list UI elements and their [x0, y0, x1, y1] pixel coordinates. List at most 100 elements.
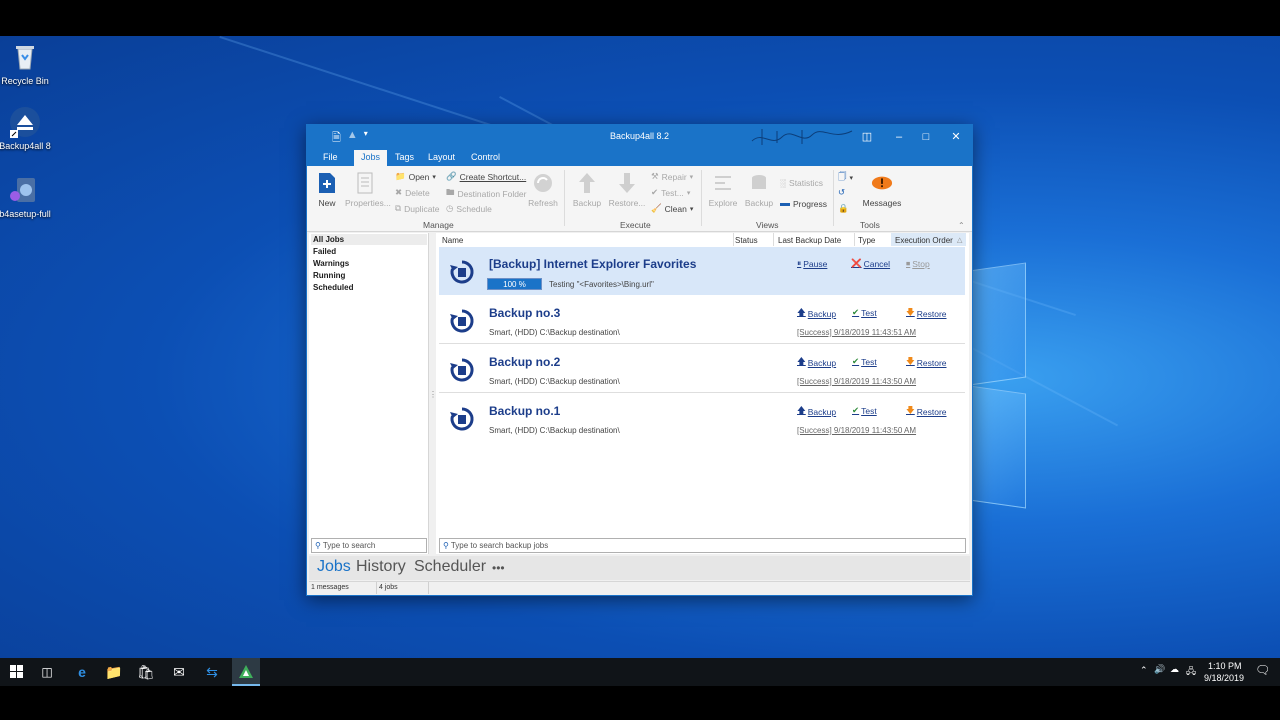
menu-bar: File Jobs Tags Layout Control	[307, 149, 972, 166]
cancel-label: Cancel	[863, 258, 891, 269]
close-button[interactable]: ✕	[942, 128, 970, 146]
nav-more-button[interactable]: •••	[492, 561, 505, 575]
backup-view-button[interactable]: Backup	[739, 172, 779, 208]
stop-button[interactable]: ⏹ Stop	[906, 258, 930, 269]
column-name[interactable]: Name	[442, 236, 463, 245]
filter-warnings[interactable]: Warnings	[313, 259, 349, 268]
nav-jobs[interactable]: Jobs	[317, 558, 351, 576]
task-view-icon[interactable]: ◫	[37, 662, 57, 682]
column-type[interactable]: Type	[858, 236, 875, 245]
properties-button[interactable]: Properties...	[345, 172, 391, 208]
desktop-icon-backup4all[interactable]: Backup4all 8	[0, 106, 55, 151]
job-row[interactable]: Backup no.3 Smart, (HDD) C:\Backup desti…	[439, 296, 965, 344]
network-icon[interactable]: 🖧	[1186, 664, 1196, 680]
start-button[interactable]	[7, 662, 27, 682]
onedrive-cloud-icon[interactable]: ☁	[1170, 664, 1179, 675]
progress-button[interactable]: Progress	[780, 199, 827, 209]
clock-date[interactable]: 9/18/2019	[1204, 673, 1244, 683]
job-row-running[interactable]: [Backup] Internet Explorer Favorites 100…	[439, 247, 965, 295]
lock-tool-button[interactable]: 🔒	[838, 203, 849, 214]
job-backup-link[interactable]: 🡅 Backup	[797, 356, 836, 370]
filter-failed[interactable]: Failed	[313, 247, 336, 256]
layout-toggle-icon[interactable]: ◫	[853, 128, 881, 146]
job-last-result-link[interactable]: [Success] 9/18/2019 11:43:50 AM	[797, 377, 916, 386]
job-test-link[interactable]: ✔ Test	[852, 307, 877, 318]
mail-icon[interactable]: ✉	[169, 662, 189, 682]
clock-time[interactable]: 1:10 PM	[1208, 661, 1242, 671]
statistics-button[interactable]: ░ Statistics	[780, 178, 823, 188]
destination-folder-button[interactable]: 🖿 Destination Folder	[446, 187, 527, 201]
messages-label: Messages	[862, 198, 902, 208]
nav-scheduler[interactable]: Scheduler	[414, 558, 486, 576]
job-restore-label: Restore	[916, 358, 947, 368]
messages-button[interactable]: Messages	[860, 172, 904, 208]
collapse-ribbon-icon[interactable]: ⌃	[958, 221, 965, 230]
cancel-button[interactable]: ❌ Cancel	[851, 258, 890, 269]
job-last-result-link[interactable]: [Success] 9/18/2019 11:43:51 AM	[797, 328, 916, 337]
status-messages[interactable]: 1 messages	[311, 584, 349, 591]
menu-tags[interactable]: Tags	[395, 152, 414, 162]
column-separator	[773, 233, 774, 246]
clean-button[interactable]: 🧹 Clean ▾	[651, 203, 693, 214]
file-explorer-icon[interactable]: 📁	[104, 662, 124, 682]
menu-file[interactable]: File	[323, 152, 338, 162]
repair-label: Repair	[661, 171, 687, 182]
action-center-icon[interactable]: 🗨	[1255, 663, 1270, 677]
desktop-icon-label: b4asetup-full	[0, 209, 51, 219]
job-last-result-link[interactable]: [Success] 9/18/2019 11:43:50 AM	[797, 426, 916, 435]
edge-browser-icon[interactable]: e	[72, 662, 92, 682]
job-test-link[interactable]: ✔ Test	[852, 356, 877, 367]
backup4all-taskbar-icon[interactable]	[236, 662, 256, 682]
create-shortcut-button[interactable]: 🔗 Create Shortcut...	[446, 171, 526, 182]
backup-run-button[interactable]: Backup	[567, 172, 607, 208]
delete-button[interactable]: ✖ Delete	[395, 187, 430, 198]
duplicate-button[interactable]: ⧉ Duplicate	[395, 203, 440, 214]
menu-control[interactable]: Control	[471, 152, 500, 162]
job-backup-link[interactable]: 🡅 Backup	[797, 405, 836, 419]
tools-settings-button[interactable]: 🗍 ▾	[838, 171, 853, 185]
job-row[interactable]: Backup no.2 Smart, (HDD) C:\Backup desti…	[439, 345, 965, 393]
backup-view-label: Backup	[744, 198, 774, 208]
desktop-icon-recycle-bin[interactable]: Recycle Bin	[0, 41, 55, 86]
new-button[interactable]: New	[307, 172, 347, 208]
restore-button[interactable]: Restore...	[607, 172, 647, 208]
filter-running[interactable]: Running	[313, 271, 345, 280]
job-backup-link[interactable]: 🡅 Backup	[797, 307, 836, 321]
chevron-up-icon[interactable]: ⌃	[1140, 665, 1148, 676]
open-button[interactable]: 📁 Open ▾	[395, 171, 436, 182]
job-restore-link[interactable]: 🡇 Restore	[906, 356, 947, 370]
shortcut-icon: 🔗	[446, 171, 457, 181]
column-execution-order[interactable]: Execution Order	[895, 236, 953, 245]
repair-button[interactable]: ⚒ Repair ▾	[651, 171, 693, 182]
taskbar: ◫ e 📁 🛍 ✉ ⇆ ⌃ 🔊 ☁ 🖧 1:10 PM 9/18/2019 🗨	[0, 658, 1280, 686]
test-button[interactable]: ✔ Test... ▾	[651, 187, 690, 198]
settings-list-icon: 🗍	[838, 171, 847, 181]
store-icon[interactable]: 🛍	[136, 662, 156, 682]
menu-layout[interactable]: Layout	[428, 152, 455, 162]
nav-history[interactable]: History	[356, 558, 406, 576]
column-status[interactable]: Status	[735, 236, 758, 245]
menu-jobs[interactable]: Jobs	[354, 150, 388, 166]
schedule-button[interactable]: ◷ Schedule	[446, 203, 492, 214]
teamviewer-icon[interactable]: ⇆	[202, 662, 222, 682]
job-restore-link[interactable]: 🡇 Restore	[906, 405, 947, 419]
filter-scheduled[interactable]: Scheduled	[313, 283, 353, 292]
refresh-button[interactable]: Refresh	[523, 172, 563, 208]
new-label: New	[318, 198, 336, 208]
pause-button[interactable]: ⏸ Pause	[797, 258, 827, 269]
job-test-link[interactable]: ✔ Test	[852, 405, 877, 416]
up-arrow-icon: 🡅	[797, 356, 806, 366]
explore-button[interactable]: Explore	[703, 172, 743, 208]
chevron-down-icon: ▾	[432, 173, 436, 181]
volume-icon[interactable]: 🔊	[1154, 664, 1165, 675]
minimize-button[interactable]: –	[885, 128, 913, 146]
desktop-icon-setup[interactable]: b4asetup-full	[0, 174, 55, 219]
column-last-backup-date[interactable]: Last Backup Date	[778, 236, 841, 245]
job-restore-link[interactable]: 🡇 Restore	[906, 307, 947, 321]
filter-all-jobs[interactable]: All Jobs	[313, 235, 344, 244]
job-search-input[interactable]: ⚲ Type to search backup jobs	[439, 538, 966, 553]
filter-search-input[interactable]: ⚲ Type to search	[311, 538, 427, 553]
history-tool-button[interactable]: ↺	[838, 187, 845, 198]
maximize-button[interactable]: □	[912, 128, 940, 146]
job-row[interactable]: Backup no.1 Smart, (HDD) C:\Backup desti…	[439, 394, 965, 442]
